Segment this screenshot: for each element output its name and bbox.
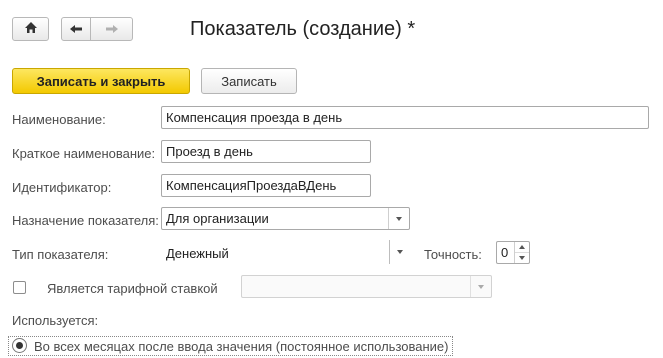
precision-stepper[interactable]: [514, 242, 529, 263]
used-option-label: Во всех месяцах после ввода значения (по…: [34, 339, 449, 354]
save-button[interactable]: Записать: [201, 68, 297, 94]
purpose-label: Назначение показателя:: [12, 213, 159, 228]
back-button[interactable]: [61, 17, 91, 41]
chevron-down-icon[interactable]: [390, 240, 410, 264]
purpose-value: Для организации: [166, 211, 269, 226]
name-label: Наименование:: [12, 112, 106, 127]
type-value: Денежный: [166, 246, 229, 261]
short-name-label: Краткое наименование:: [12, 146, 156, 161]
page-title: Показатель (создание) *: [190, 18, 416, 40]
home-icon: [24, 21, 38, 37]
used-radio[interactable]: [12, 338, 27, 353]
chevron-down-icon[interactable]: [470, 276, 491, 297]
short-name-field[interactable]: Проезд в день: [161, 140, 371, 163]
arrow-right-icon: [105, 22, 119, 37]
forward-button[interactable]: [90, 17, 133, 41]
used-option-focus[interactable]: Во всех месяцах после ввода значения (по…: [8, 336, 453, 356]
purpose-select[interactable]: Для организации: [161, 207, 410, 230]
tariff-label: Является тарифной ставкой: [47, 281, 218, 296]
precision-label: Точность:: [424, 247, 482, 262]
name-field[interactable]: Компенсация проезда в день: [161, 106, 649, 129]
home-button[interactable]: [12, 17, 49, 41]
type-select[interactable]: Денежный: [161, 240, 410, 264]
radio-selected-dot: [16, 342, 23, 349]
arrow-left-icon: [69, 22, 83, 37]
used-label: Используется:: [12, 313, 99, 328]
identifier-label: Идентификатор:: [12, 180, 112, 195]
save-and-close-button[interactable]: Записать и закрыть: [12, 68, 190, 94]
stepper-up-icon[interactable]: [515, 242, 529, 253]
precision-value: 0: [501, 245, 509, 260]
type-label: Тип показателя:: [12, 247, 109, 262]
stepper-down-icon[interactable]: [515, 253, 529, 263]
precision-field[interactable]: 0: [496, 241, 530, 264]
chevron-down-icon[interactable]: [388, 208, 409, 229]
identifier-field[interactable]: КомпенсацияПроездаВДень: [161, 174, 371, 197]
tariff-select[interactable]: [241, 275, 492, 298]
tariff-checkbox[interactable]: [13, 281, 26, 294]
